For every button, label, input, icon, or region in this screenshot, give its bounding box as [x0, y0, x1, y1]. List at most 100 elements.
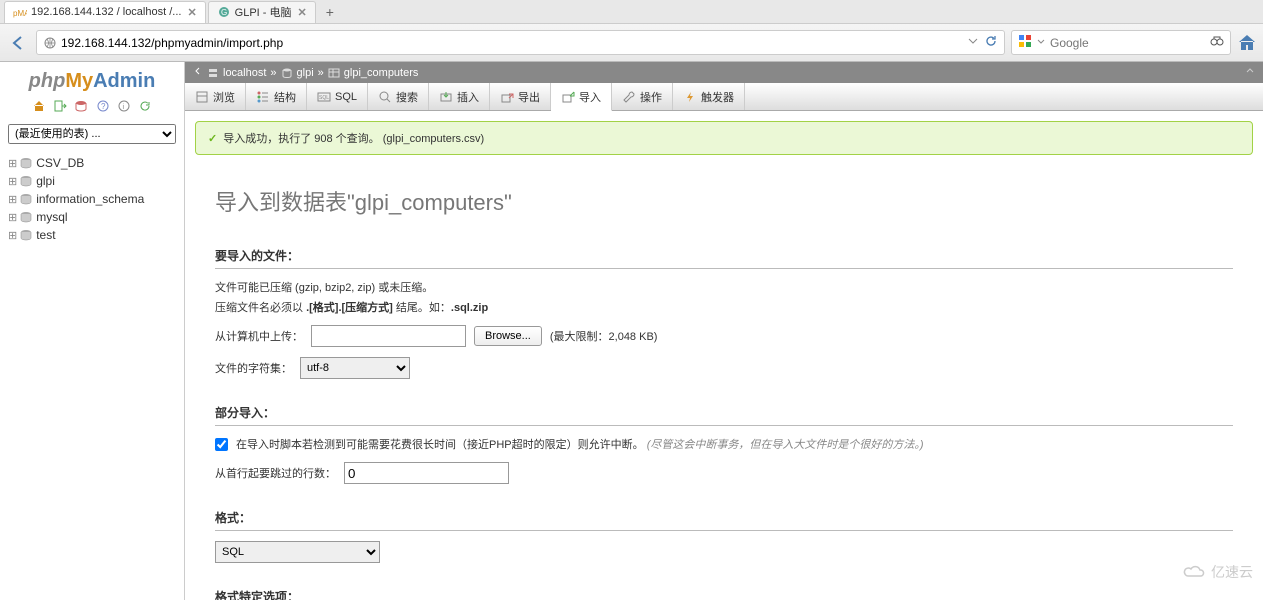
browser-tab-2[interactable]: G GLPI - 电脑 ✕ — [208, 1, 316, 23]
db-item-mysql[interactable]: mysql — [8, 208, 176, 226]
tab-insert[interactable]: 插入 — [429, 83, 490, 110]
breadcrumb: localhost » glpi » glpi_computers — [185, 62, 1263, 83]
url-extras — [966, 34, 998, 51]
browse-icon — [195, 90, 209, 104]
svg-text:pMA: pMA — [13, 9, 27, 18]
recent-tables-select[interactable]: (最近使用的表) ... — [8, 124, 176, 144]
db-item-information_schema[interactable]: information_schema — [8, 190, 176, 208]
filename-hint: 压缩文件名必须以 .[格式].[压缩方式] 结尾。如：.sql.zip — [215, 299, 1233, 315]
content: localhost » glpi » glpi_computers 浏览 结构 … — [185, 62, 1263, 600]
upload-label: 从计算机中上传： — [215, 328, 303, 344]
format-options-title: 格式特定选项： — [215, 588, 1233, 600]
charset-select[interactable]: utf-8 — [300, 357, 410, 379]
format-select[interactable]: SQL — [215, 541, 380, 563]
glpi-favicon: G — [217, 5, 231, 19]
url-input[interactable] — [61, 36, 966, 50]
db-item-test[interactable]: test — [8, 226, 176, 244]
format-row: SQL — [215, 541, 1233, 563]
search-box[interactable] — [1011, 30, 1231, 55]
new-tab-button[interactable]: + — [318, 2, 342, 22]
tab-export[interactable]: 导出 — [490, 83, 551, 110]
tab-structure[interactable]: 结构 — [246, 83, 307, 110]
pma-logo: phpMyAdmin — [8, 70, 176, 93]
tab-close-icon[interactable]: ✕ — [187, 6, 196, 19]
skip-row: 从首行起要跳过的行数： — [215, 462, 1233, 484]
binocular-icon[interactable] — [1210, 34, 1224, 51]
browse-button[interactable]: Browse... — [474, 326, 542, 346]
database-icon — [19, 229, 33, 241]
tab-title: 192.168.144.132 / localhost /... — [31, 6, 181, 18]
home-icon[interactable] — [32, 99, 46, 116]
table-icon — [328, 67, 340, 79]
svg-text:G: G — [221, 8, 227, 17]
pma-favicon: pMA — [13, 5, 27, 19]
google-icon — [1018, 34, 1032, 51]
partial-checkbox-label: 在导入时脚本若检测到可能需要花费很长时间（接近PHP超时的限定）则允许中断。 (… — [236, 436, 924, 452]
search-dropdown-icon[interactable] — [1036, 36, 1046, 50]
tab-title: GLPI - 电脑 — [235, 4, 292, 20]
back-button[interactable] — [6, 31, 30, 55]
format-section-title: 格式： — [215, 509, 1233, 531]
browser-tab-1[interactable]: pMA 192.168.144.132 / localhost /... ✕ — [4, 1, 206, 23]
wrench-icon — [622, 90, 636, 104]
database-icon — [19, 157, 33, 169]
tab-close-icon[interactable]: ✕ — [298, 6, 307, 19]
server-icon — [207, 67, 219, 79]
lightning-icon — [683, 90, 697, 104]
db-item-glpi[interactable]: glpi — [8, 172, 176, 190]
logout-icon[interactable] — [53, 99, 67, 116]
insert-icon — [439, 90, 453, 104]
success-text: 导入成功，执行了 908 个查询。 (glpi_computers.csv) — [223, 130, 484, 146]
partial-section-title: 部分导入： — [215, 404, 1233, 426]
breadcrumb-table[interactable]: glpi_computers — [344, 67, 419, 79]
nav-back-icon[interactable] — [193, 66, 203, 79]
tab-search[interactable]: 搜索 — [368, 83, 429, 110]
partial-section: 部分导入： 在导入时脚本若检测到可能需要花费很长时间（接近PHP超时的限定）则允… — [215, 404, 1233, 484]
tab-sql[interactable]: SQLSQL — [307, 83, 368, 110]
help-icon[interactable]: i — [117, 99, 131, 116]
structure-icon — [256, 90, 270, 104]
upload-row: 从计算机中上传： Browse... (最大限制：2,048 KB) — [215, 325, 1233, 347]
charset-label: 文件的字符集： — [215, 360, 292, 376]
page-title: 导入到数据表"glpi_computers" — [215, 185, 1233, 217]
success-message: ✓ 导入成功，执行了 908 个查询。 (glpi_computers.csv) — [195, 121, 1253, 155]
breadcrumb-database[interactable]: glpi — [297, 67, 314, 79]
db-item-csv_db[interactable]: CSV_DB — [8, 154, 176, 172]
database-tree: CSV_DB glpi information_schema mysql tes… — [8, 154, 176, 244]
tab-browse[interactable]: 浏览 — [185, 83, 246, 110]
breadcrumb-server[interactable]: localhost — [223, 67, 266, 79]
search-input[interactable] — [1050, 36, 1210, 50]
partial-checkbox-row: 在导入时脚本若检测到可能需要花费很长时间（接近PHP超时的限定）则允许中断。 (… — [215, 436, 1233, 452]
main-container: phpMyAdmin ? i (最近使用的表) ... CSV_DB glpi … — [0, 62, 1263, 600]
search-icon — [378, 90, 392, 104]
tab-operations[interactable]: 操作 — [612, 83, 673, 110]
url-bar[interactable] — [36, 30, 1005, 55]
tab-triggers[interactable]: 触发器 — [673, 83, 745, 110]
check-icon: ✓ — [208, 132, 217, 145]
content-tabs: 浏览 结构 SQLSQL 搜索 插入 导出 导入 操作 触发器 — [185, 83, 1263, 111]
home-icon[interactable] — [1237, 33, 1257, 53]
import-content: 导入到数据表"glpi_computers" 要导入的文件： 文件可能已压缩 (… — [185, 165, 1263, 600]
sidebar: phpMyAdmin ? i (最近使用的表) ... CSV_DB glpi … — [0, 62, 185, 600]
reload-icon[interactable] — [138, 99, 152, 116]
svg-text:SQL: SQL — [319, 95, 329, 101]
watermark: 亿速云 — [1183, 562, 1253, 582]
browser-nav — [0, 24, 1263, 62]
breadcrumb-close-icon[interactable] — [1245, 66, 1255, 79]
file-section: 要导入的文件： 文件可能已压缩 (gzip, bzip2, zip) 或未压缩。… — [215, 247, 1233, 379]
skip-rows-input[interactable] — [344, 462, 509, 484]
reload-icon[interactable] — [984, 34, 998, 51]
docs-icon[interactable]: ? — [96, 99, 110, 116]
allow-interrupt-checkbox[interactable] — [215, 438, 228, 451]
tab-import[interactable]: 导入 — [551, 83, 612, 111]
sidebar-icons: ? i — [8, 99, 176, 116]
sql-icon[interactable] — [74, 99, 88, 116]
upload-filepath-input[interactable] — [311, 325, 466, 347]
import-icon — [561, 90, 575, 104]
history-dropdown-icon[interactable] — [966, 34, 980, 51]
globe-icon — [43, 36, 57, 50]
svg-text:?: ? — [101, 102, 106, 111]
max-size-hint: (最大限制：2,048 KB) — [550, 328, 658, 344]
skip-label: 从首行起要跳过的行数： — [215, 465, 336, 481]
format-section: 格式： SQL — [215, 509, 1233, 563]
